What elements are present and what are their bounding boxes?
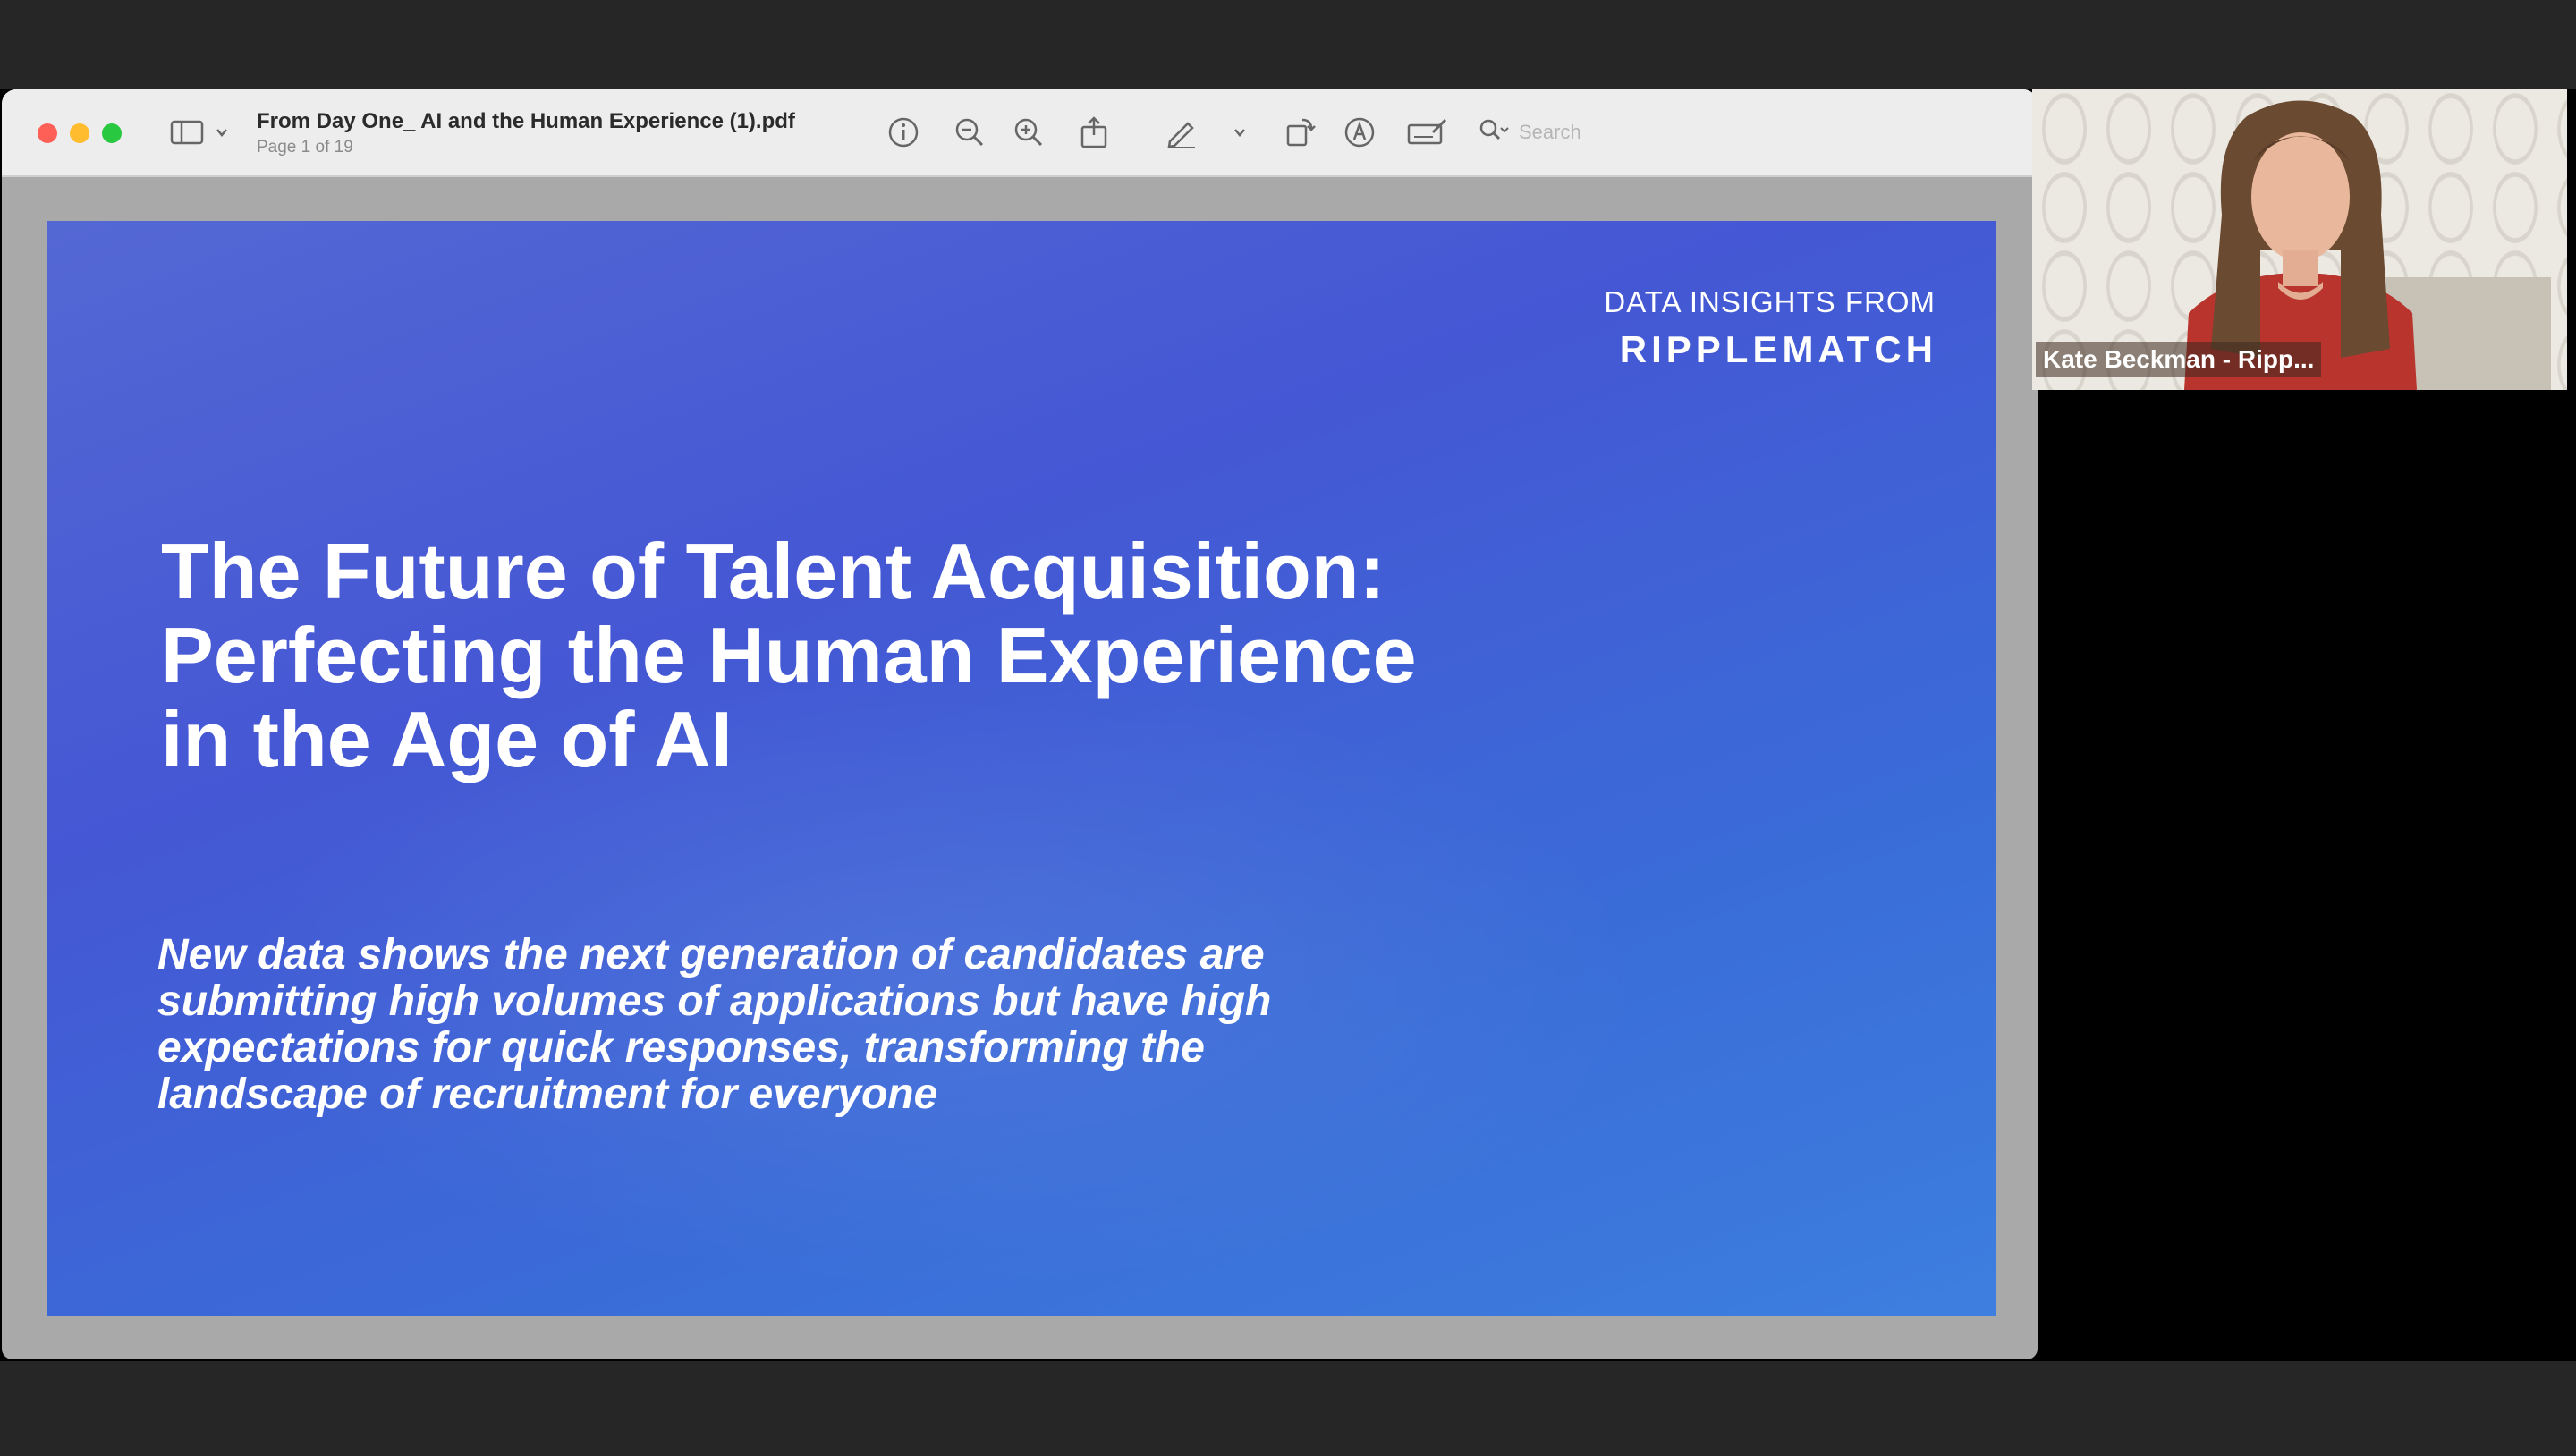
markup-circle-icon[interactable] — [1343, 114, 1376, 150]
close-window-button[interactable] — [38, 123, 57, 143]
slide-subtitle-line: expectations for quick responses, transf… — [157, 1024, 1205, 1071]
sidebar-toggle-icon[interactable] — [170, 114, 204, 150]
zoom-in-icon[interactable] — [1013, 114, 1045, 150]
page-indicator: Page 1 of 19 — [257, 138, 353, 157]
slide-subtitle-line: landscape of recruitment for everyone — [157, 1071, 938, 1118]
screen-share-area: From Day One_ AI and the Human Experienc… — [0, 89, 2057, 1361]
pdf-viewer-window: From Day One_ AI and the Human Experienc… — [2, 89, 2038, 1359]
slide-title-line: in the Age of AI — [161, 695, 733, 783]
brand-logo-text: RIPPLEMATCH — [1619, 328, 1937, 370]
document-title: From Day One_ AI and the Human Experienc… — [257, 109, 795, 133]
chevron-down-icon[interactable] — [215, 114, 229, 150]
meeting-bottom-bar — [0, 1361, 2576, 1456]
slide-title: The Future of Talent Acquisition: Perfec… — [161, 529, 1682, 782]
search-field[interactable] — [1478, 114, 1639, 150]
rotate-icon[interactable] — [1284, 114, 1317, 150]
info-icon[interactable] — [887, 114, 919, 150]
participant-video-tile[interactable]: Kate Beckman - Ripp... — [2032, 89, 2567, 390]
meeting-top-bar — [0, 0, 2576, 89]
share-icon[interactable] — [1079, 114, 1109, 150]
chevron-down-icon[interactable] — [1233, 114, 1247, 150]
pdf-slide-page: DATA INSIGHTS FROM RIPPLEMATCH The Futur… — [47, 221, 1996, 1316]
slide-title-line: The Future of Talent Acquisition: — [161, 527, 1385, 615]
search-input[interactable] — [1517, 120, 1628, 145]
slide-subtitle-line: New data shows the next generation of ca… — [157, 931, 1265, 978]
search-icon — [1478, 117, 1510, 148]
zoom-window-button[interactable] — [102, 123, 122, 143]
zoom-out-icon[interactable] — [953, 114, 986, 150]
minimize-window-button[interactable] — [70, 123, 89, 143]
slide-title-line: Perfecting the Human Experience — [161, 611, 1417, 699]
slide-subtitle-line: submitting high volumes of applications … — [157, 978, 1272, 1025]
participant-name-label: Kate Beckman - Ripp... — [2036, 342, 2322, 377]
signature-icon[interactable] — [1406, 114, 1449, 150]
markup-pen-icon[interactable] — [1165, 114, 1199, 150]
slide-subtitle: New data shows the next generation of ca… — [157, 932, 1589, 1118]
pdf-toolbar: From Day One_ AI and the Human Experienc… — [2, 89, 2038, 177]
brand-label: DATA INSIGHTS FROM — [1604, 285, 1936, 318]
